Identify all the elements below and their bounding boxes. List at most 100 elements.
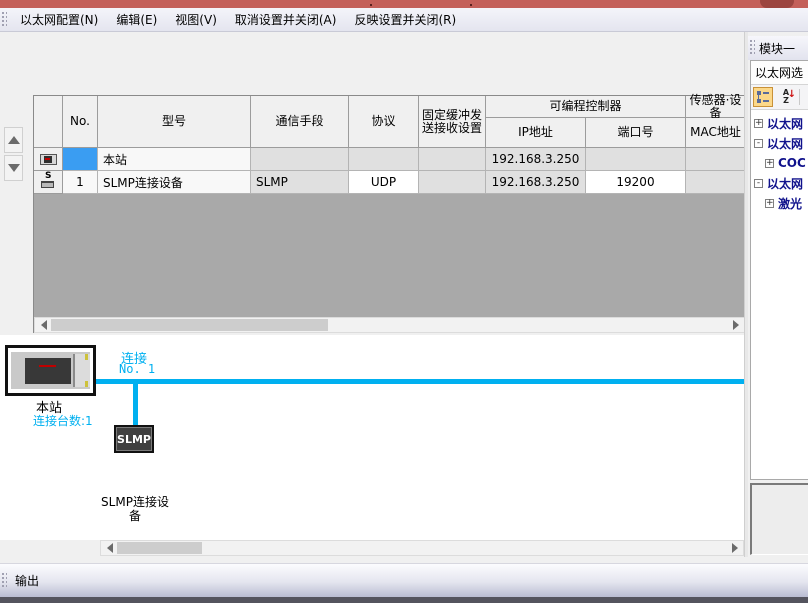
column-header-protocol: 协议	[349, 96, 419, 148]
column-header-comm-method: 通信手段	[251, 96, 349, 148]
left-arrow-icon	[41, 320, 47, 330]
cell-device-port[interactable]: 19200	[586, 171, 686, 194]
titlebar-decoration	[760, 0, 794, 8]
tree-view-icon	[757, 91, 769, 103]
module-category-selector[interactable]: 以太网选	[751, 61, 808, 85]
output-bar-label: 输出	[11, 572, 39, 589]
menu-edit[interactable]: 编辑(E)	[107, 10, 166, 30]
cell-device-mac	[686, 171, 745, 194]
column-header-port: 端口号	[586, 118, 686, 148]
cell-host-ip: 192.168.3.250	[486, 148, 586, 171]
titlebar-dot	[470, 4, 472, 6]
tree-item-label: 激光	[778, 195, 802, 212]
cell-device-protocol[interactable]: UDP	[349, 171, 419, 194]
column-header-mac-address: MAC地址	[686, 118, 745, 148]
tree-item-ethernet-1[interactable]: + 以太网	[751, 113, 808, 133]
tree-item-label: COC	[778, 156, 806, 170]
outputbar-grip-handle[interactable]	[2, 573, 7, 589]
diagram-horizontal-scrollbar[interactable]	[100, 540, 744, 556]
toolbar-separator	[799, 89, 800, 105]
device-drop-line	[133, 384, 138, 426]
host-plc-image[interactable]	[5, 345, 96, 396]
plc-rack-graphic	[11, 352, 90, 389]
module-list-titlebar: 模块一	[748, 36, 808, 60]
sort-az-icon: AZ↓	[783, 89, 789, 105]
window-titlebar	[0, 0, 808, 8]
tree-item-label: 以太网	[767, 135, 803, 152]
cell-device-ip[interactable]: 192.168.3.250	[486, 171, 586, 194]
plc-station-icon	[40, 154, 57, 165]
down-arrow-icon	[8, 164, 20, 172]
connection-number-label: No. 1	[119, 362, 155, 376]
cell-device-model[interactable]: SLMP连接设备	[98, 171, 251, 194]
cell-host-model[interactable]: 本站	[98, 148, 251, 171]
column-header-fixed-buffer: 固定缓冲发 送接收设置	[419, 96, 486, 148]
device-table: No. 型号 通信手段 协议 固定缓冲发 送接收设置 可编程控制器 传感器·设备…	[33, 95, 746, 333]
move-row-up-button[interactable]	[4, 127, 23, 153]
tree-item-label: 以太网	[767, 175, 803, 192]
expand-plus-icon[interactable]: +	[765, 199, 774, 208]
window-bottom-edge	[0, 597, 808, 603]
column-header-no: No.	[63, 96, 98, 148]
slmp-device-icon: S	[40, 174, 56, 190]
tree-item-ethernet-2[interactable]: - 以太网	[751, 133, 808, 153]
scroll-right-button[interactable]	[727, 541, 742, 555]
sort-az-button[interactable]: AZ↓	[776, 87, 796, 107]
column-header-model: 型号	[98, 96, 251, 148]
column-group-plc: 可编程控制器	[486, 96, 686, 118]
menu-ethernet-config[interactable]: 以太网配置(N)	[11, 10, 107, 30]
up-arrow-icon	[8, 136, 20, 144]
cell-device-buffer	[419, 171, 486, 194]
scroll-left-button[interactable]	[102, 541, 117, 555]
cell-host-protocol	[349, 148, 419, 171]
cell-device-no[interactable]: 1	[63, 171, 98, 194]
table-empty-area	[34, 194, 745, 317]
connected-count-label: 连接台数:1	[33, 412, 93, 429]
tree-view-button[interactable]	[753, 87, 773, 107]
cell-host-buffer	[419, 148, 486, 171]
column-header-icon	[34, 96, 63, 148]
module-list-panel: 模块一 以太网选 AZ↓	[748, 32, 808, 557]
menu-apply-and-close[interactable]: 反映设置并关闭(R)	[345, 10, 465, 30]
menu-cancel-and-close[interactable]: 取消设置并关闭(A)	[226, 10, 346, 30]
scrollbar-thumb[interactable]	[51, 319, 328, 331]
expand-plus-icon[interactable]: +	[765, 159, 774, 168]
row-header-host[interactable]	[34, 148, 63, 171]
collapse-minus-icon[interactable]: -	[754, 139, 763, 148]
scroll-left-button[interactable]	[36, 318, 51, 332]
titlebar-dot	[370, 4, 372, 6]
menubar-grip-handle[interactable]	[2, 12, 7, 28]
scroll-right-button[interactable]	[728, 318, 743, 332]
cell-host-no-selected[interactable]	[63, 148, 98, 171]
menu-view[interactable]: 视图(V)	[166, 10, 226, 30]
collapse-minus-icon[interactable]: -	[754, 179, 763, 188]
cell-host-port	[586, 148, 686, 171]
menu-bar: 以太网配置(N) 编辑(E) 视图(V) 取消设置并关闭(A) 反映设置并关闭(…	[0, 8, 808, 32]
tree-item-coc-vendor[interactable]: + COC	[751, 153, 808, 173]
module-list-body: 以太网选 AZ↓ +	[750, 60, 808, 480]
column-header-ip-address: IP地址	[486, 118, 586, 148]
network-diagram-area: 本站 连接台数:1 连接 No. 1 SLMP SLMP连接设 备	[0, 335, 744, 540]
right-arrow-icon	[732, 543, 738, 553]
panel-grip-handle[interactable]	[750, 40, 755, 56]
module-list-title: 模块一	[759, 40, 795, 57]
expand-plus-icon[interactable]: +	[754, 119, 763, 128]
module-description-box	[750, 483, 808, 555]
move-row-down-button[interactable]	[4, 155, 23, 181]
ethernet-configuration-window: 以太网配置(N) 编辑(E) 视图(V) 取消设置并关闭(A) 反映设置并关闭(…	[0, 0, 808, 603]
output-bar[interactable]: 输出	[0, 563, 808, 597]
module-tree: + 以太网 - 以太网 + COC - 以太网 + 激光	[751, 110, 808, 213]
left-arrow-icon	[107, 543, 113, 553]
slmp-device-node[interactable]: SLMP	[114, 425, 154, 453]
scrollbar-thumb[interactable]	[117, 542, 202, 554]
table-horizontal-scrollbar[interactable]	[34, 317, 745, 333]
ethernet-trunk-line	[96, 379, 744, 384]
row-header-slmp-device[interactable]: S	[34, 171, 63, 194]
tree-item-label: 以太网	[767, 115, 803, 132]
cell-device-comm[interactable]: SLMP	[251, 171, 349, 194]
tree-item-ethernet-3[interactable]: - 以太网	[751, 173, 808, 193]
column-group-sensor-device: 传感器·设备	[686, 96, 745, 118]
right-arrow-icon	[733, 320, 739, 330]
slmp-device-label: SLMP连接设 备	[75, 495, 195, 523]
tree-item-laser-vendor[interactable]: + 激光	[751, 193, 808, 213]
